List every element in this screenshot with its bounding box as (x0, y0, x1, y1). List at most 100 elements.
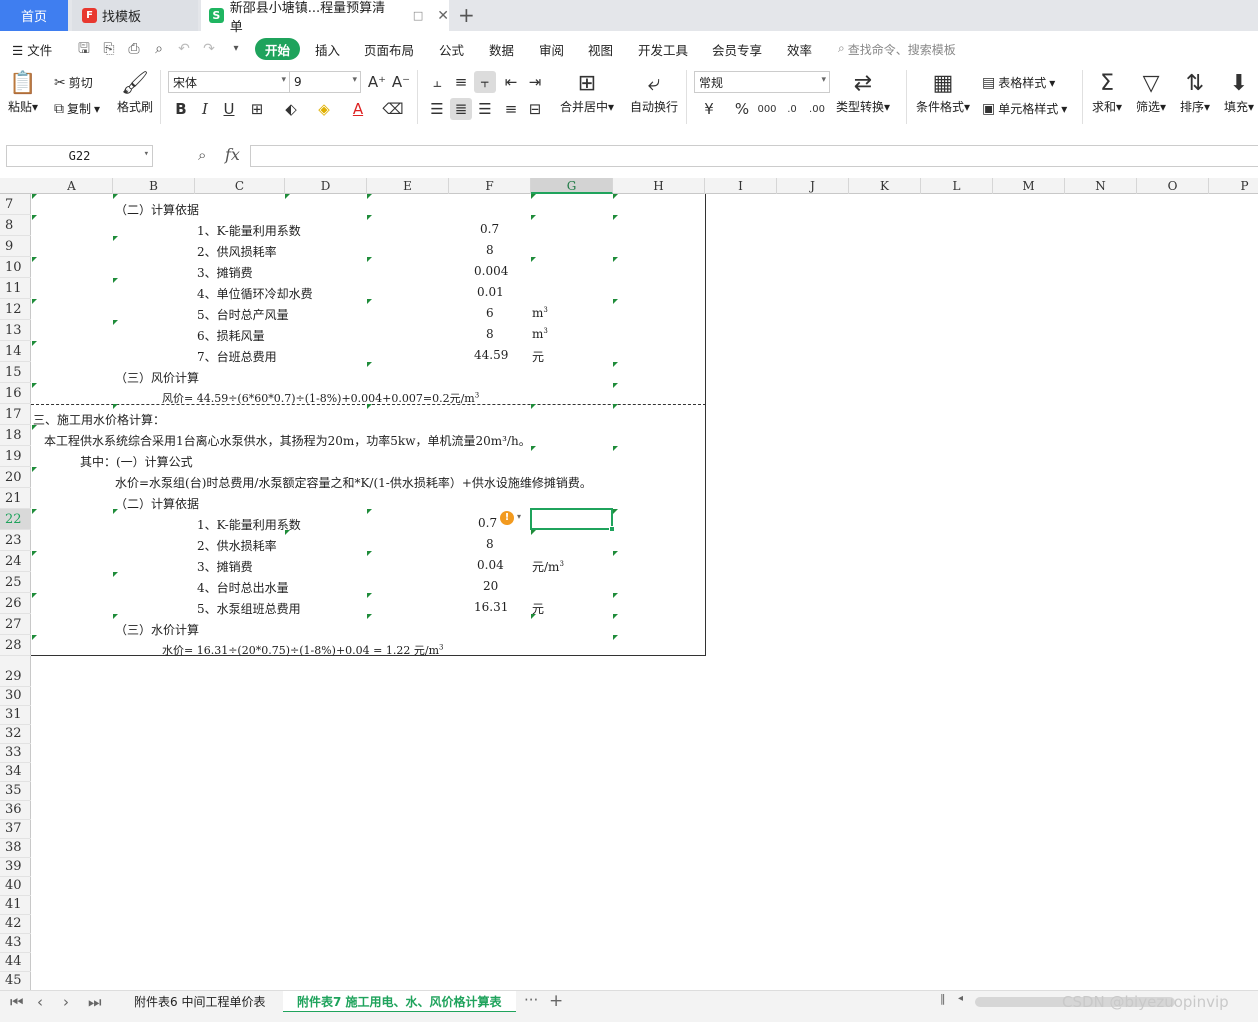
cell-unit[interactable]: 元 (532, 348, 544, 365)
cell-text[interactable]: 2、供风损耗率 (197, 243, 277, 260)
menu-page-layout[interactable]: 页面布局 (364, 40, 414, 59)
row-header[interactable]: 18 (0, 425, 31, 446)
cell-text[interactable]: （二）计算依据 (115, 201, 199, 218)
fill-color-icon[interactable]: ◈ (313, 98, 335, 120)
cell-value[interactable]: 8 (486, 537, 494, 551)
row-header[interactable]: 31 (0, 704, 31, 725)
align-top-icon[interactable]: ⫠ (426, 71, 448, 93)
cell-value[interactable]: 0.7 (478, 516, 497, 530)
column-header-p[interactable]: P (1209, 178, 1258, 194)
prev-sheet-icon[interactable]: ‹ (37, 993, 43, 1011)
cell-value[interactable]: 8 (486, 327, 494, 341)
column-header-o[interactable]: O (1137, 178, 1209, 194)
cell-text[interactable]: （三）风价计算 (115, 369, 199, 386)
type-convert-button[interactable]: ⇄ 类型转换▾ (836, 70, 890, 115)
column-header-k[interactable]: K (849, 178, 921, 194)
table-style-button[interactable]: ▤ 表格样式 ▾ (982, 74, 1055, 91)
column-header-f[interactable]: F (449, 178, 531, 194)
cell-text[interactable]: 4、台时总出水量 (197, 579, 289, 596)
cell-value[interactable]: 8 (486, 243, 494, 257)
row-header[interactable]: 8 (0, 215, 31, 236)
fill-handle[interactable] (609, 526, 615, 532)
paste-button[interactable]: 📋 粘贴▾ (8, 70, 38, 115)
row-header[interactable]: 21 (0, 488, 31, 509)
cell-text[interactable]: （二）计算依据 (115, 495, 199, 512)
chevron-down-icon[interactable]: ▾ (517, 512, 521, 521)
row-header[interactable]: 13 (0, 320, 31, 341)
indent-decrease-icon[interactable]: ⇤ (500, 71, 522, 93)
align-bottom-icon[interactable]: ⫟ (474, 71, 496, 93)
cell-text[interactable]: 其中：(一）计算公式 (80, 453, 193, 470)
row-header[interactable]: 36 (0, 799, 31, 820)
cell-value[interactable]: 44.59 (474, 348, 508, 362)
cell-text[interactable]: 3、摊销费 (197, 264, 253, 281)
row-header[interactable]: 30 (0, 685, 31, 706)
row-header[interactable]: 11 (0, 278, 31, 299)
cell-style-button[interactable]: ▣ 单元格样式 ▾ (982, 100, 1067, 117)
align-right-icon[interactable]: ☰ (474, 98, 496, 120)
indent-increase-icon[interactable]: ⇥ (524, 71, 546, 93)
row-header[interactable]: 23 (0, 530, 31, 551)
menu-insert[interactable]: 插入 (315, 40, 340, 59)
new-tab-button[interactable]: + (458, 3, 475, 27)
row-header[interactable]: 37 (0, 818, 31, 839)
row-header[interactable]: 15 (0, 362, 31, 383)
row-header[interactable]: 20 (0, 467, 31, 488)
cell-text[interactable]: 5、台时总产风量 (197, 306, 289, 323)
selected-cell-g22[interactable] (530, 508, 615, 532)
copy-button[interactable]: ⧉ 复制 ▾ (54, 100, 100, 117)
first-sheet-icon[interactable]: ⏮ (10, 993, 24, 1011)
cell-unit[interactable]: m3 (532, 327, 548, 341)
next-sheet-icon[interactable]: › (63, 993, 69, 1011)
column-header-i[interactable]: I (705, 178, 777, 194)
cell-text[interactable]: 4、单位循环冷却水费 (197, 285, 313, 302)
cell-text[interactable]: （三）水价计算 (115, 621, 199, 638)
currency-icon[interactable]: ¥ (698, 98, 720, 120)
last-sheet-icon[interactable]: ⏭ (88, 993, 102, 1011)
bold-icon[interactable]: B (170, 98, 192, 120)
row-header[interactable]: 34 (0, 761, 31, 782)
font-color-icon[interactable]: A (347, 98, 369, 120)
row-header[interactable]: 17 (0, 404, 31, 425)
cell-value[interactable]: 0.7 (480, 222, 499, 236)
column-header-j[interactable]: J (777, 178, 849, 194)
row-header[interactable]: 29 (0, 666, 31, 687)
cell-text[interactable]: 7、台班总费用 (197, 348, 277, 365)
more-sheets-icon[interactable]: ··· (524, 991, 538, 1009)
row-header[interactable]: 9 (0, 236, 31, 257)
column-header-e[interactable]: E (367, 178, 449, 194)
row-header[interactable]: 35 (0, 780, 31, 801)
column-header-h[interactable]: H (613, 178, 705, 194)
row-header[interactable]: 28 (0, 635, 31, 656)
sum-button[interactable]: Σ 求和▾ (1092, 70, 1122, 115)
pin-icon[interactable]: □ (413, 9, 423, 22)
row-header[interactable]: 27 (0, 614, 31, 635)
fill-button[interactable]: ⬇ 填充▾ (1224, 70, 1254, 115)
cut-button[interactable]: ✂ 剪切 (54, 74, 93, 91)
align-center-icon[interactable]: ≣ (450, 98, 472, 120)
row-header[interactable]: 39 (0, 856, 31, 877)
cell-unit[interactable]: 元/m3 (532, 558, 564, 575)
cell-text[interactable]: 水价=水泵组(台)时总费用/水泵额定容量之和*K/(1-供水损耗率）+供水设施维… (115, 474, 592, 491)
row-header[interactable]: 14 (0, 341, 31, 362)
align-left-icon[interactable]: ☰ (426, 98, 448, 120)
underline-icon[interactable]: U (218, 98, 240, 120)
menu-member[interactable]: 会员专享 (712, 40, 762, 59)
decrease-decimal-icon[interactable]: .00 (806, 98, 828, 120)
merge-center-button[interactable]: ⊞ 合并居中▾ (560, 70, 614, 115)
cell-text[interactable]: 2、供水损耗率 (197, 537, 277, 554)
distribute-icon[interactable]: ⊟ (524, 98, 546, 120)
close-tab-icon[interactable]: ✕ (437, 8, 449, 24)
menu-efficiency[interactable]: 效率 (787, 40, 812, 59)
menu-view[interactable]: 视图 (588, 40, 613, 59)
format-painter-button[interactable]: 🖌 格式刷 (117, 70, 153, 115)
split-handle-icon[interactable]: ‖ (940, 992, 946, 1005)
menu-data[interactable]: 数据 (489, 40, 514, 59)
column-header-g[interactable]: G (531, 178, 613, 194)
row-header[interactable]: 10 (0, 257, 31, 278)
print-preview-icon[interactable]: ⌕ (151, 41, 167, 57)
formula-input[interactable] (250, 145, 1258, 167)
row-header[interactable]: 43 (0, 932, 31, 953)
column-header-a[interactable]: A (31, 178, 113, 194)
cell-section-title[interactable]: 三、施工用水价格计算： (33, 411, 165, 428)
